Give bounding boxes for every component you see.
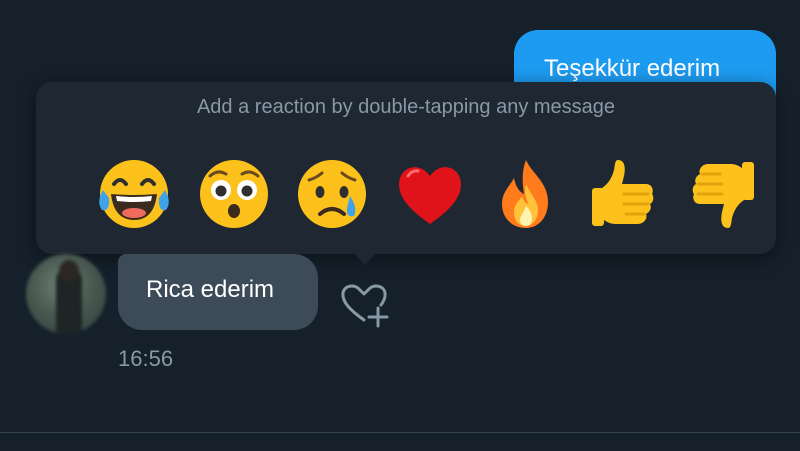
incoming-message-bubble[interactable]: Rica ederim [118, 254, 318, 330]
reaction-picker-pointer [352, 251, 378, 265]
heart-plus-icon[interactable] [336, 278, 392, 330]
laugh-cry-emoji-icon[interactable] [94, 154, 174, 234]
fire-emoji-icon[interactable] [486, 154, 566, 234]
composer-divider [0, 432, 800, 433]
thumbs-up-emoji-icon[interactable] [584, 154, 664, 234]
reaction-list [36, 154, 776, 236]
thumbs-down-emoji-icon[interactable] [682, 154, 762, 234]
reaction-picker: Add a reaction by double-tapping any mes… [36, 82, 776, 254]
avatar[interactable] [26, 254, 106, 334]
outgoing-message-text: Teşekkür ederim [544, 55, 721, 82]
message-timestamp: 16:56 [118, 346, 174, 371]
reaction-picker-hint: Add a reaction by double-tapping any mes… [196, 96, 616, 118]
incoming-message-text: Rica ederim [146, 276, 275, 303]
surprised-emoji-icon[interactable] [194, 154, 274, 234]
heart-emoji-icon[interactable] [390, 154, 470, 234]
sad-tear-emoji-icon[interactable] [292, 154, 372, 234]
